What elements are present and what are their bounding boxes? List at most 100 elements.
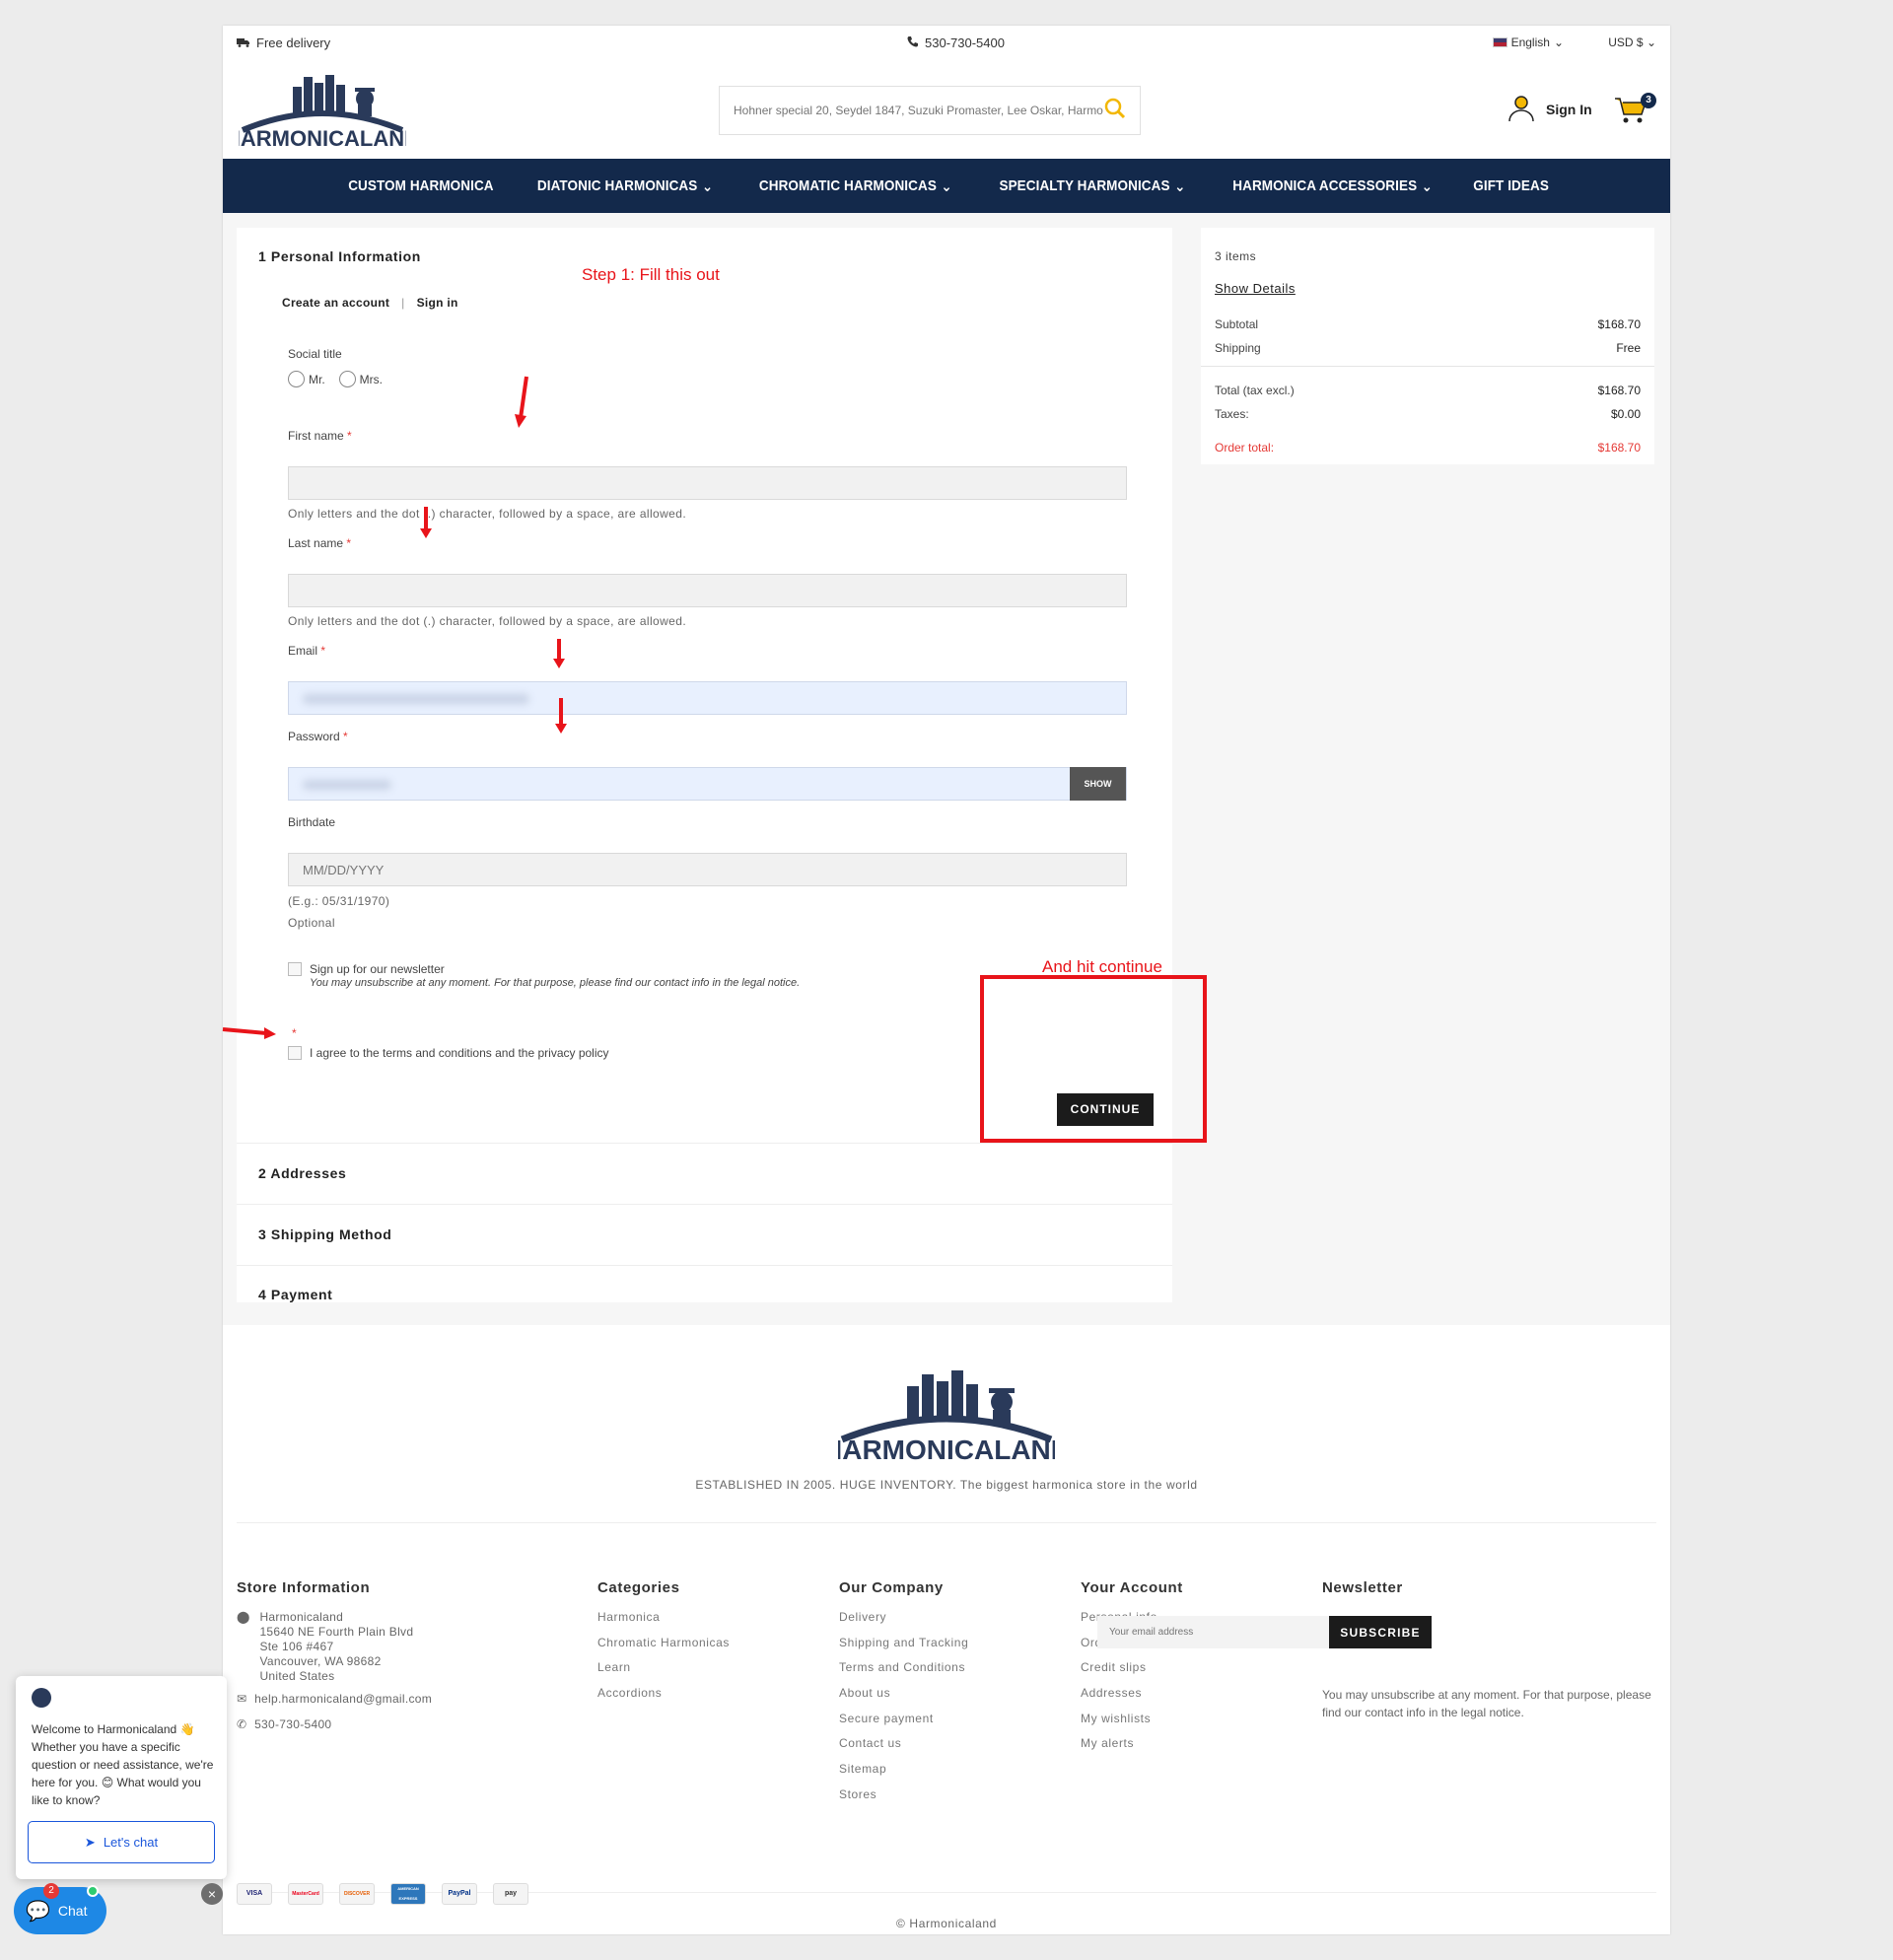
step-addresses[interactable]: 2 Addresses (258, 1165, 346, 1181)
nav-custom-harmonica[interactable]: CUSTOM HARMONICA (348, 177, 493, 194)
search-input[interactable] (734, 104, 1104, 117)
close-chat-icon[interactable]: × (201, 1883, 223, 1905)
password-text: Password (288, 730, 340, 743)
footer-link[interactable]: Harmonica (597, 1610, 730, 1636)
footer-link[interactable]: Terms and Conditions (839, 1660, 968, 1686)
language-label: English (1510, 35, 1550, 49)
footer-link[interactable]: Secure payment (839, 1712, 968, 1737)
footer-logo[interactable]: HARMONICALAND (822, 1365, 1071, 1465)
nav-gift-ideas[interactable]: GIFT IDEAS (1473, 177, 1549, 194)
shipping-label: Shipping (1215, 341, 1261, 355)
required-star: * (346, 536, 352, 550)
pay-icon: pay (493, 1883, 528, 1905)
terms-required-star: * (292, 1026, 297, 1040)
step-payment[interactable]: 4 Payment (258, 1287, 332, 1302)
required-star: * (320, 644, 326, 658)
footer-link[interactable]: Sitemap (839, 1762, 968, 1787)
nav-harmonica-accessories[interactable]: HARMONICA ACCESSORIES ⌄ (1232, 177, 1433, 195)
terms-checkbox[interactable] (288, 1046, 302, 1060)
footer-link[interactable]: Contact us (839, 1736, 968, 1762)
nav-label: DIATONIC HARMONICAS (536, 177, 698, 194)
truck-icon (237, 35, 250, 50)
cart-button[interactable]: 3 (1613, 91, 1656, 130)
lets-chat-button[interactable]: ➤ Let's chat (28, 1821, 215, 1863)
envelope-icon: ✉ (237, 1692, 247, 1706)
online-status-dot (87, 1885, 99, 1897)
last-name-hint: Only letters and the dot (.) character, … (288, 614, 687, 628)
tab-sign-in[interactable]: Sign in (417, 296, 458, 310)
main-nav: CUSTOM HARMONICA DIATONIC HARMONICAS ⌄ CH… (223, 159, 1670, 213)
newsletter-email-input[interactable] (1097, 1616, 1329, 1648)
footer-link[interactable]: Stores (839, 1787, 968, 1813)
birthdate-input[interactable] (289, 854, 1126, 885)
show-password-button[interactable]: SHOW (1070, 767, 1126, 801)
currency-selector[interactable]: USD $ ⌄ (1608, 35, 1656, 49)
phone-number: 530-730-5400 (925, 35, 1005, 50)
newsletter-note: You may unsubscribe at any moment. For t… (310, 977, 801, 989)
paypal-icon: PayPal (442, 1883, 477, 1905)
last-name-text: Last name (288, 536, 344, 550)
footer-link[interactable]: About us (839, 1686, 968, 1712)
newsletter-checkbox[interactable] (288, 962, 302, 976)
chat-launcher-label: Chat (57, 1903, 88, 1919)
site-logo[interactable]: HARMONICALAND (225, 69, 420, 151)
header-phone[interactable]: 530-730-5400 (907, 35, 1005, 50)
last-name-input[interactable] (289, 575, 1126, 606)
footer-link[interactable]: Accordions (597, 1686, 730, 1712)
search-bar (719, 86, 1141, 135)
language-selector[interactable]: English ⌄ (1492, 35, 1564, 49)
harmonicaland-logo-icon: HARMONICALAND (822, 1370, 1071, 1465)
chat-bubble-icon: 💬 (26, 1900, 50, 1923)
store-email[interactable]: ✉ help.harmonicaland@gmail.com (237, 1692, 432, 1707)
address-block: Harmonicaland 15640 NE Fourth Plain Blvd… (259, 1610, 413, 1684)
radio-mr[interactable] (288, 371, 305, 387)
step-shipping-method[interactable]: 3 Shipping Method (258, 1226, 391, 1242)
subscribe-button[interactable]: SUBSCRIBE (1329, 1616, 1432, 1648)
chat-launcher-button[interactable]: 💬 Chat 2 (14, 1883, 106, 1934)
email-label: Email * (288, 644, 325, 658)
password-input[interactable] (289, 768, 1126, 800)
divider (237, 1143, 1172, 1144)
footer-our-company: Our Company Delivery Shipping and Tracki… (839, 1579, 968, 1813)
footer-link[interactable]: Credit slips (1081, 1660, 1183, 1686)
terms-label: I agree to the terms and conditions and … (310, 1046, 609, 1060)
footer-link[interactable]: My alerts (1081, 1736, 1183, 1762)
free-delivery: Free delivery (237, 35, 330, 50)
harmonicaland-logo-icon: HARMONICALAND (225, 75, 420, 151)
nav-diatonic-harmonicas[interactable]: DIATONIC HARMONICAS ⌄ (537, 177, 713, 195)
site-footer: HARMONICALAND ESTABLISHED IN 2005. HUGE … (223, 1325, 1670, 1934)
radio-mrs[interactable] (338, 371, 356, 387)
divider (237, 1265, 1172, 1266)
sign-in-link[interactable]: Sign In (1507, 93, 1592, 125)
first-name-input[interactable] (289, 467, 1126, 499)
items-count: 3 items (1215, 249, 1257, 263)
footer-link[interactable]: Learn (597, 1660, 730, 1686)
nav-label: SPECIALTY HARMONICAS (999, 177, 1170, 194)
tab-create-account[interactable]: Create an account (282, 296, 389, 310)
categories-title: Categories (597, 1579, 680, 1596)
footer-link[interactable]: Shipping and Tracking (839, 1636, 968, 1661)
address-line: 15640 NE Fourth Plain Blvd (259, 1625, 414, 1639)
show-details-link[interactable]: Show Details (1215, 281, 1296, 296)
mr-label: Mr. (309, 372, 325, 386)
step-personal-information[interactable]: 1 Personal Information (258, 248, 421, 264)
store-phone[interactable]: ✆ 530-730-5400 (237, 1717, 432, 1732)
nav-specialty-harmonicas[interactable]: SPECIALTY HARMONICAS ⌄ (999, 177, 1185, 195)
us-flag-icon (1492, 37, 1507, 47)
nav-chromatic-harmonicas[interactable]: CHROMATIC HARMONICAS ⌄ (759, 177, 952, 195)
first-name-hint: Only letters and the dot (.) character, … (288, 507, 687, 521)
search-icon[interactable] (1104, 98, 1126, 124)
order-total-value: $168.70 (1597, 441, 1641, 455)
footer-link[interactable]: Delivery (839, 1610, 968, 1636)
newsletter-title: Newsletter (1322, 1579, 1403, 1596)
store-info-title: Store Information (237, 1579, 371, 1596)
footer-link[interactable]: Addresses (1081, 1686, 1183, 1712)
divider (237, 1204, 1172, 1205)
company-title: Our Company (839, 1579, 944, 1596)
blurred-email-value (303, 694, 529, 704)
footer-link[interactable]: Chromatic Harmonicas (597, 1636, 730, 1661)
phone-icon: ✆ (237, 1717, 247, 1731)
chevron-down-icon: ⌄ (941, 177, 952, 195)
red-arrow-icon (420, 507, 432, 538)
footer-link[interactable]: My wishlists (1081, 1712, 1183, 1737)
